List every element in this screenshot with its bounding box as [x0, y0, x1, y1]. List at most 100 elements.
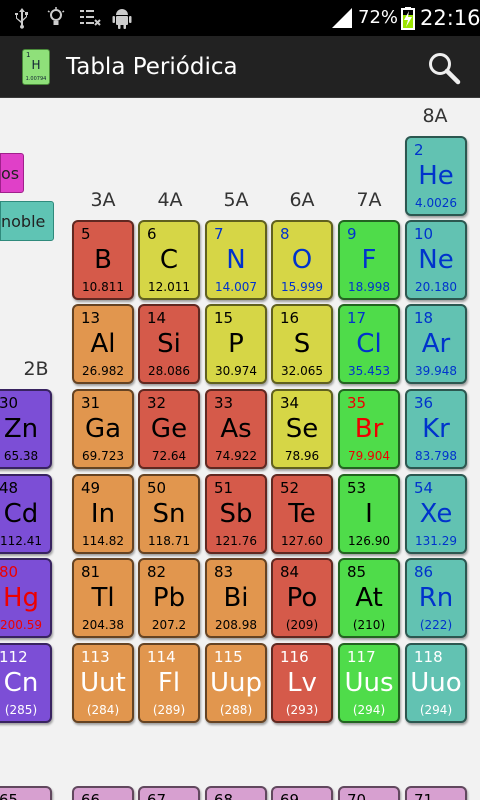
element-cell-uuo[interactable]: 118 Uuo (294): [405, 643, 467, 723]
element-cell-zn[interactable]: 30 Zn 65.38: [0, 389, 52, 469]
element-cell-te[interactable]: 52 Te 127.60: [271, 474, 333, 554]
atomic-mass: 207.2: [151, 618, 187, 632]
element-cell-b[interactable]: 5 B 10.811: [72, 220, 134, 300]
atomic-mass: 114.82: [82, 534, 124, 548]
atomic-mass: (209): [285, 618, 319, 632]
group-label-6a: 6A: [289, 189, 315, 211]
atomic-number: 5: [81, 225, 91, 243]
element-cell-lv[interactable]: 116 Lv (293): [271, 643, 333, 723]
lanthanide-cell-66[interactable]: 66: [72, 786, 134, 800]
lanthanide-cell-70[interactable]: 70: [338, 786, 400, 800]
element-cell-uus[interactable]: 117 Uus (294): [338, 643, 400, 723]
atomic-mass: (293): [285, 703, 319, 717]
element-symbol: Xe: [419, 499, 453, 529]
atomic-mass: 204.38: [82, 618, 124, 632]
element-cell-al[interactable]: 13 Al 26.982: [72, 304, 134, 384]
element-symbol: Uuo: [410, 668, 462, 698]
element-symbol: Se: [285, 414, 319, 444]
atomic-mass: 72.64: [151, 449, 187, 463]
atomic-mass: (294): [352, 703, 386, 717]
element-cell-s[interactable]: 16 S 32.065: [271, 304, 333, 384]
lanthanide-cell-68[interactable]: 68: [205, 786, 267, 800]
atomic-number: 71: [414, 791, 434, 800]
element-cell-ge[interactable]: 32 Ge 72.64: [138, 389, 200, 469]
element-cell-o[interactable]: 8 O 15.999: [271, 220, 333, 300]
element-cell-bi[interactable]: 83 Bi 208.98: [205, 558, 267, 638]
element-cell-as[interactable]: 33 As 74.922: [205, 389, 267, 469]
legend-item-category[interactable]: os: [0, 153, 24, 193]
element-cell-uup[interactable]: 115 Uup (288): [205, 643, 267, 723]
battery-charging-icon: [401, 7, 415, 30]
atomic-number: 48: [0, 479, 19, 497]
element-cell-cn[interactable]: 112 Cn (285): [0, 643, 52, 723]
element-cell-pb[interactable]: 82 Pb 207.2: [138, 558, 200, 638]
element-cell-at[interactable]: 85 At (210): [338, 558, 400, 638]
element-cell-ga[interactable]: 31 Ga 69.723: [72, 389, 134, 469]
atomic-number: 67: [147, 791, 167, 800]
atomic-number: 32: [147, 394, 167, 412]
atomic-mass: 79.904: [348, 449, 390, 463]
atomic-mass: 118.71: [148, 534, 190, 548]
element-symbol: Cl: [356, 329, 382, 359]
atomic-number: 2: [414, 141, 424, 159]
element-symbol: Zn: [3, 414, 39, 444]
element-cell-sn[interactable]: 50 Sn 118.71: [138, 474, 200, 554]
element-cell-ne[interactable]: 10 Ne 20.180: [405, 220, 467, 300]
atomic-number: 70: [347, 791, 367, 800]
lanthanide-cell-65[interactable]: 65: [0, 786, 52, 800]
element-symbol: Te: [288, 499, 316, 529]
atomic-mass: 208.98: [215, 618, 257, 632]
atomic-number: 84: [280, 563, 300, 581]
legend-item-noble-gas[interactable]: noble: [0, 201, 54, 241]
atomic-number: 30: [0, 394, 19, 412]
element-cell-br[interactable]: 35 Br 79.904: [338, 389, 400, 469]
element-cell-sb[interactable]: 51 Sb 121.76: [205, 474, 267, 554]
element-cell-rn[interactable]: 86 Rn (222): [405, 558, 467, 638]
element-symbol: Fl: [157, 668, 181, 698]
element-cell-c[interactable]: 6 C 12.011: [138, 220, 200, 300]
lanthanide-cell-71[interactable]: 71: [405, 786, 467, 800]
element-symbol: Uus: [344, 668, 394, 698]
atomic-mass: 74.922: [215, 449, 257, 463]
atomic-number: 65: [0, 791, 19, 800]
atomic-number: 68: [214, 791, 234, 800]
element-cell-in[interactable]: 49 In 114.82: [72, 474, 134, 554]
element-cell-si[interactable]: 14 Si 28.086: [138, 304, 200, 384]
atomic-mass: (222): [419, 618, 453, 632]
group-label-2b: 2B: [23, 358, 49, 380]
element-cell-tl[interactable]: 81 Tl 204.38: [72, 558, 134, 638]
element-symbol: Ge: [150, 414, 188, 444]
element-cell-uut[interactable]: 113 Uut (284): [72, 643, 134, 723]
atomic-mass: 131.29: [415, 534, 457, 548]
element-cell-se[interactable]: 34 Se 78.96: [271, 389, 333, 469]
atomic-number: 9: [347, 225, 357, 243]
element-cell-i[interactable]: 53 I 126.90: [338, 474, 400, 554]
lanthanide-cell-69[interactable]: 69: [271, 786, 333, 800]
element-cell-fl[interactable]: 114 Fl (289): [138, 643, 200, 723]
atomic-mass: 18.998: [348, 280, 390, 294]
element-cell-cd[interactable]: 48 Cd 112.41: [0, 474, 52, 554]
element-symbol: Si: [157, 329, 181, 359]
element-cell-n[interactable]: 7 N 14.007: [205, 220, 267, 300]
atomic-mass: 69.723: [82, 449, 124, 463]
element-cell-po[interactable]: 84 Po (209): [271, 558, 333, 638]
lanthanide-cell-67[interactable]: 67: [138, 786, 200, 800]
atomic-number: 52: [280, 479, 300, 497]
element-symbol: Pb: [152, 583, 186, 613]
element-symbol: N: [226, 245, 246, 275]
element-cell-kr[interactable]: 36 Kr 83.798: [405, 389, 467, 469]
element-symbol: Bi: [223, 583, 249, 613]
element-cell-hg[interactable]: 80 Hg 200.59: [0, 558, 52, 638]
element-cell-ar[interactable]: 18 Ar 39.948: [405, 304, 467, 384]
element-cell-p[interactable]: 15 P 30.974: [205, 304, 267, 384]
element-cell-f[interactable]: 9 F 18.998: [338, 220, 400, 300]
element-cell-cl[interactable]: 17 Cl 35.453: [338, 304, 400, 384]
atomic-number: 15: [214, 309, 234, 327]
atomic-number: 117: [347, 648, 376, 666]
atomic-number: 116: [280, 648, 309, 666]
element-symbol: Sb: [219, 499, 253, 529]
element-cell-he[interactable]: 2 He 4.0026: [405, 136, 467, 216]
search-icon[interactable]: [426, 50, 462, 86]
signal-icon: [332, 8, 352, 28]
element-cell-xe[interactable]: 54 Xe 131.29: [405, 474, 467, 554]
